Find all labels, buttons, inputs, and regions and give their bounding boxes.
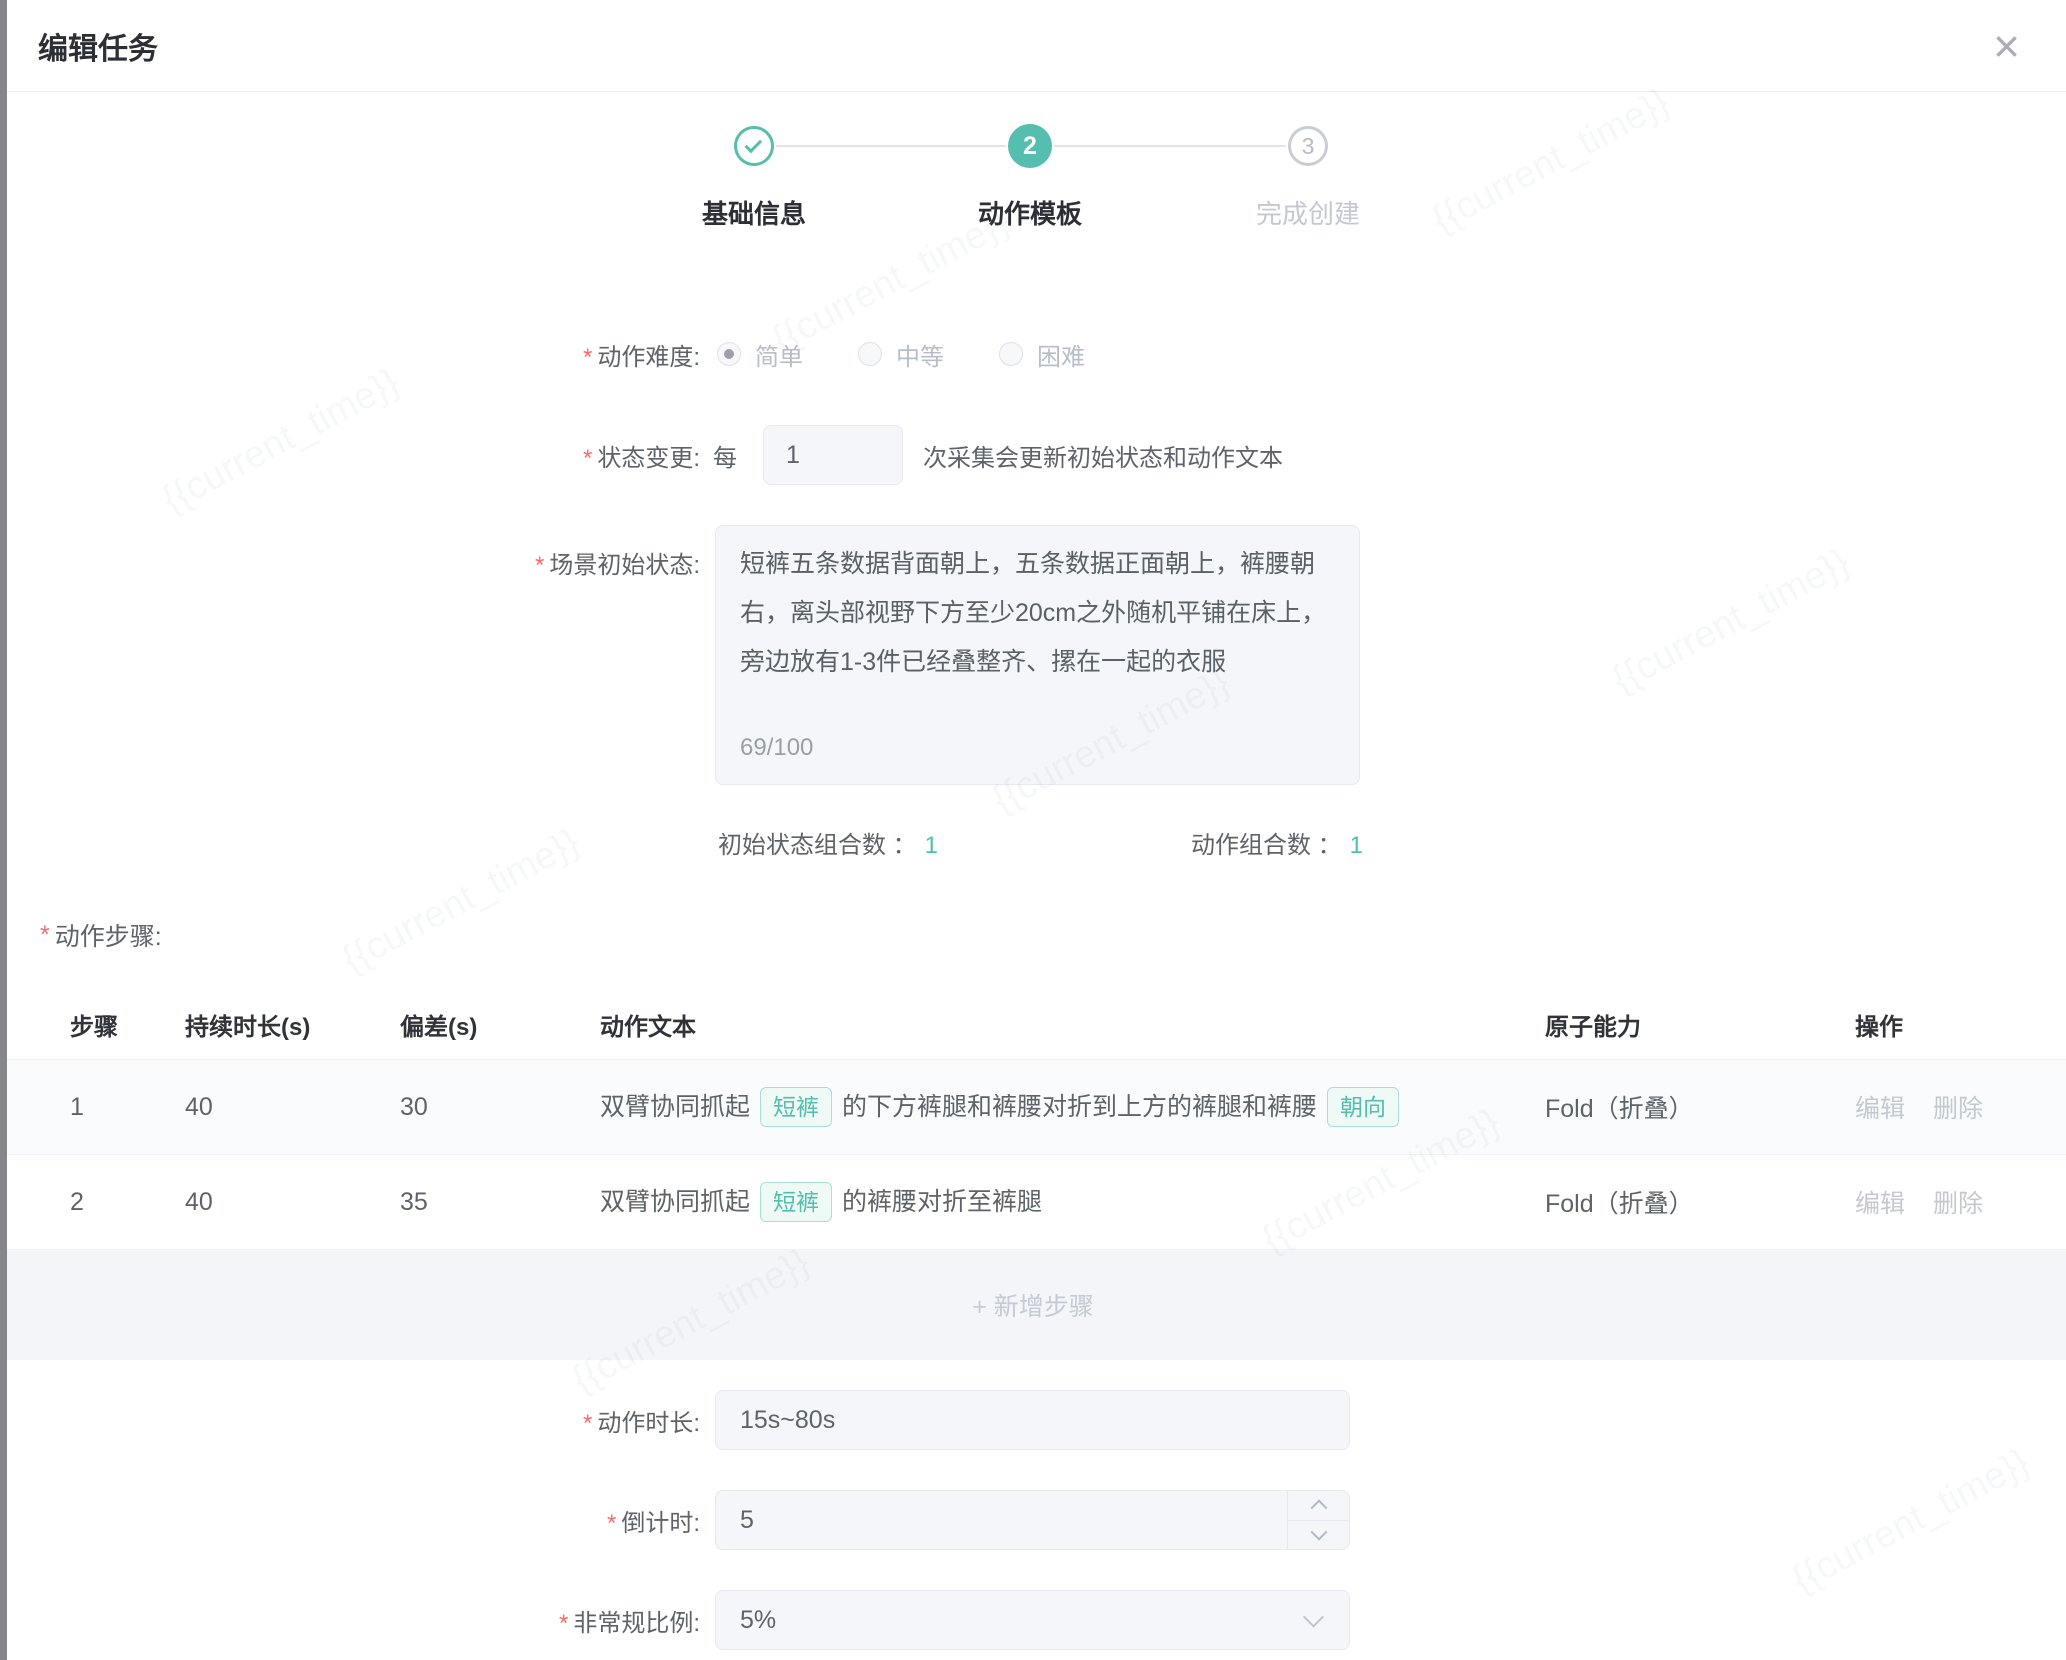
chevron-down-icon <box>1303 1606 1324 1627</box>
edit-link[interactable]: 编辑 <box>1855 1095 1905 1123</box>
check-icon <box>744 135 762 153</box>
wizard-stepper: 2 3 基础信息 动作模板 完成创建 <box>0 92 2066 242</box>
stepper-connector <box>776 145 1006 147</box>
header-step: 步骤 <box>0 1007 180 1042</box>
char-counter: 69/100 <box>740 723 813 772</box>
chevron-down-icon <box>1310 1523 1327 1540</box>
initial-state-row: *场景初始状态: 短裤五条数据背面朝上，五条数据正面朝上，裤腰朝右，离头部视野下… <box>0 525 2066 785</box>
dialog-title: 编辑任务 <box>38 24 158 68</box>
required-mark: * <box>583 344 592 371</box>
required-mark: * <box>40 921 50 950</box>
state-change-prefix: 每 <box>713 438 737 473</box>
cell-duration: 40 <box>180 1093 395 1122</box>
action-duration-row: *动作时长: 15s~80s <box>0 1390 2066 1450</box>
stepper-connector <box>1054 145 1286 147</box>
required-mark: * <box>583 445 592 472</box>
spinner-up-button[interactable] <box>1288 1491 1349 1521</box>
difficulty-row: *动作难度: 简单 中等 困难 <box>0 334 2066 374</box>
radio-medium[interactable]: 中等 <box>858 337 944 372</box>
action-combo-label: 动作组合数 ： <box>1191 832 1342 859</box>
initial-state-text: 短裤五条数据背面朝上，五条数据正面朝上，裤腰朝右，离头部视野下方至少20cm之外… <box>740 540 1335 687</box>
countdown-input[interactable]: 5 <box>715 1490 1350 1550</box>
initial-combo-value: 1 <box>925 832 938 859</box>
cell-operations: 编辑删除 <box>1855 1184 2066 1220</box>
action-duration-label: *动作时长: <box>0 1403 700 1438</box>
radio-circle-icon[interactable] <box>717 342 741 366</box>
header-action-text: 动作文本 <box>595 1007 1540 1042</box>
unusual-ratio-row: *非常规比例: 5% <box>0 1590 2066 1650</box>
required-mark: * <box>583 1410 592 1437</box>
action-combo: 动作组合数 ： 1 <box>1191 825 1363 860</box>
object-tag: 短裤 <box>760 1182 832 1222</box>
difficulty-radio-group: 简单 中等 困难 <box>717 337 1140 372</box>
cell-step: 2 <box>0 1188 180 1217</box>
initial-state-label: *场景初始状态: <box>0 525 700 580</box>
cell-ability: Fold（折叠） <box>1540 1184 1855 1220</box>
action-steps-section-label: *动作步骤: <box>0 915 2066 955</box>
orientation-tag: 朝向 <box>1327 1087 1399 1127</box>
table-row: 1 40 30 双臂协同抓起短裤的下方裤腿和裤腰对折到上方的裤腿和裤腰朝向 Fo… <box>0 1060 2066 1155</box>
edit-link[interactable]: 编辑 <box>1855 1190 1905 1218</box>
object-tag: 短裤 <box>760 1087 832 1127</box>
state-change-row: *状态变更: 每 1 次采集会更新初始状态和动作文本 <box>0 425 2066 485</box>
header-deviation: 偏差(s) <box>395 1007 595 1042</box>
table-header-row: 步骤 持续时长(s) 偏差(s) 动作文本 原子能力 操作 <box>0 989 2066 1060</box>
header-operations: 操作 <box>1855 1007 2066 1042</box>
action-duration-input[interactable]: 15s~80s <box>715 1390 1350 1450</box>
add-step-button[interactable]: + 新增步骤 <box>0 1250 2066 1360</box>
table-row: 2 40 35 双臂协同抓起短裤的裤腰对折至裤腿 Fold（折叠） 编辑删除 <box>0 1155 2066 1250</box>
header-duration: 持续时长(s) <box>180 1007 395 1042</box>
cell-deviation: 30 <box>395 1093 595 1122</box>
radio-hard-label: 困难 <box>1037 337 1085 372</box>
cell-deviation: 35 <box>395 1188 595 1217</box>
required-mark: * <box>607 1510 616 1537</box>
number-spinner <box>1287 1491 1349 1549</box>
radio-hard[interactable]: 困难 <box>999 337 1085 372</box>
unusual-ratio-label: *非常规比例: <box>0 1603 700 1638</box>
step-3-label: 完成创建 <box>1256 194 1360 231</box>
unusual-ratio-select[interactable]: 5% <box>715 1590 1350 1650</box>
radio-easy-label: 简单 <box>755 337 803 372</box>
page-edge-strip <box>0 0 7 1660</box>
required-mark: * <box>535 552 544 579</box>
action-steps-table: 步骤 持续时长(s) 偏差(s) 动作文本 原子能力 操作 1 40 30 双臂… <box>0 989 2066 1360</box>
step-2-active-circle: 2 <box>1008 124 1052 168</box>
header-ability: 原子能力 <box>1540 1007 1855 1042</box>
initial-combo: 初始状态组合数 ： 1 <box>718 825 938 860</box>
cell-ability: Fold（折叠） <box>1540 1089 1855 1125</box>
step-1-done-circle <box>734 126 774 166</box>
chevron-up-icon <box>1310 1500 1327 1517</box>
radio-circle-icon[interactable] <box>999 342 1023 366</box>
dialog-header: 编辑任务 × <box>0 0 2066 92</box>
countdown-row: *倒计时: 5 <box>0 1490 2066 1550</box>
step-3-pending-circle: 3 <box>1288 126 1328 166</box>
state-change-suffix: 次采集会更新初始状态和动作文本 <box>923 438 1283 473</box>
difficulty-label: *动作难度: <box>0 337 700 372</box>
cell-duration: 40 <box>180 1188 395 1217</box>
cell-step: 1 <box>0 1093 180 1122</box>
cell-operations: 编辑删除 <box>1855 1089 2066 1125</box>
cell-action-text: 双臂协同抓起短裤的下方裤腿和裤腰对折到上方的裤腿和裤腰朝向 <box>595 1087 1540 1127</box>
delete-link[interactable]: 删除 <box>1933 1190 1983 1218</box>
countdown-label: *倒计时: <box>0 1503 700 1538</box>
radio-circle-icon[interactable] <box>858 342 882 366</box>
step-3-number: 3 <box>1302 133 1315 160</box>
close-icon[interactable]: × <box>1993 23 2020 69</box>
initial-combo-label: 初始状态组合数 ： <box>718 832 917 859</box>
cell-action-text: 双臂协同抓起短裤的裤腰对折至裤腿 <box>595 1182 1540 1222</box>
combos: 初始状态组合数 ： 1 动作组合数 ： 1 <box>718 825 1363 860</box>
step-2-number: 2 <box>1023 132 1037 161</box>
initial-state-textarea[interactable]: 短裤五条数据背面朝上，五条数据正面朝上，裤腰朝右，离头部视野下方至少20cm之外… <box>715 525 1360 785</box>
radio-easy[interactable]: 简单 <box>717 337 803 372</box>
delete-link[interactable]: 删除 <box>1933 1095 1983 1123</box>
step-2-label: 动作模板 <box>978 194 1082 231</box>
state-change-count-input[interactable]: 1 <box>763 425 903 485</box>
radio-medium-label: 中等 <box>896 337 944 372</box>
required-mark: * <box>559 1610 568 1637</box>
combos-row: 初始状态组合数 ： 1 动作组合数 ： 1 <box>0 822 2066 862</box>
state-change-label: *状态变更: <box>0 438 700 473</box>
spinner-down-button[interactable] <box>1288 1521 1349 1550</box>
step-1-label: 基础信息 <box>702 194 806 231</box>
action-combo-value: 1 <box>1350 832 1363 859</box>
